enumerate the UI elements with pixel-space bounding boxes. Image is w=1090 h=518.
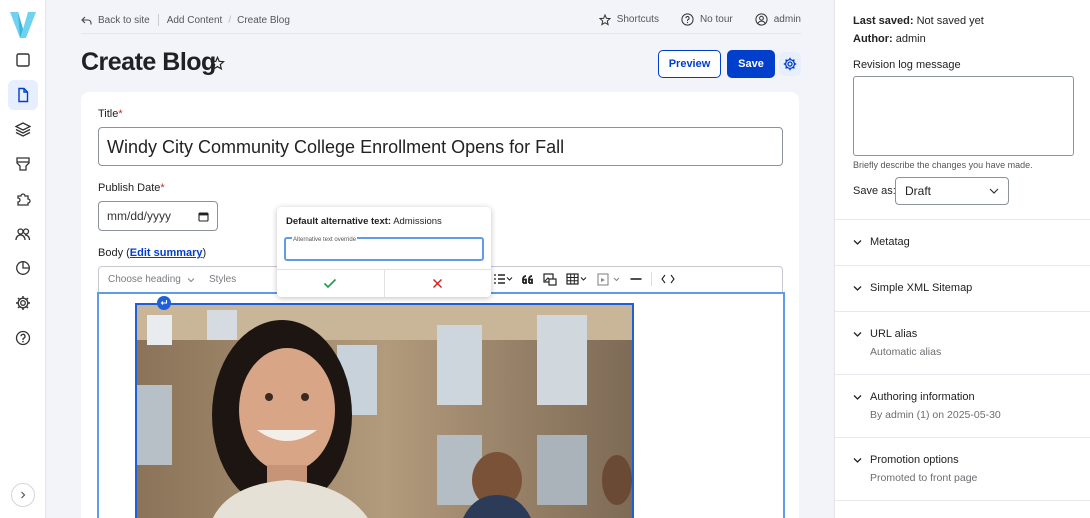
last-saved: Last saved: Not saved yet — [853, 15, 984, 27]
people-icon[interactable] — [8, 219, 38, 249]
divider — [835, 311, 1090, 312]
alt-text-override-label: Alternative text override — [292, 237, 358, 243]
chart-icon[interactable] — [8, 253, 38, 283]
help-icon — [681, 13, 694, 26]
section-metatag[interactable]: Metatag — [853, 236, 910, 248]
gear-icon — [783, 57, 797, 71]
chevron-down-icon — [187, 277, 195, 282]
tour-label: No tour — [699, 14, 733, 25]
help-icon[interactable] — [8, 323, 38, 353]
content-icon[interactable] — [8, 45, 38, 75]
toolbar-divider — [651, 272, 652, 286]
chevron-down-icon — [853, 458, 862, 463]
breadcrumb-add-content[interactable]: Add Content — [167, 15, 223, 26]
heading-label: Choose heading — [108, 274, 181, 285]
save-as-label: Save as: — [853, 185, 896, 197]
default-alt-text: Default alternative text: Admissions — [286, 216, 442, 227]
article-image[interactable] — [135, 303, 634, 518]
user-label: admin — [773, 14, 801, 25]
source-code-icon[interactable] — [661, 274, 675, 284]
chevron-down-icon — [989, 188, 999, 194]
main-content: Back to site Add Content / Create Blog S… — [47, 0, 834, 518]
alt-text-override-input[interactable]: Alternative text override — [284, 237, 484, 261]
author: Author: admin — [853, 33, 926, 45]
top-tools: Shortcuts No tour admin — [598, 13, 801, 26]
shortcuts-label: Shortcuts — [616, 14, 659, 25]
section-xml-sitemap[interactable]: Simple XML Sitemap — [853, 282, 972, 294]
image-type-toggle[interactable] — [157, 296, 171, 310]
page-title: Create Blog — [81, 48, 216, 76]
table-icon[interactable] — [566, 273, 588, 285]
admin-rail — [0, 0, 46, 518]
divider — [835, 437, 1090, 438]
section-promotion-options[interactable]: Promotion options Promoted to front page — [853, 454, 977, 484]
body-label: Body (Edit summary) — [98, 247, 207, 259]
student-photo — [137, 305, 632, 518]
numbered-list-icon[interactable] — [493, 273, 513, 285]
document-icon[interactable] — [8, 80, 38, 110]
layers-icon[interactable] — [8, 114, 38, 144]
user-menu[interactable]: admin — [755, 13, 801, 26]
close-icon — [433, 278, 443, 289]
toolbar-buttons — [493, 272, 675, 286]
publish-date-label: Publish Date* — [98, 182, 165, 194]
divider — [835, 374, 1090, 375]
date-placeholder: mm/dd/yyyy — [107, 209, 172, 223]
revision-log-textarea[interactable] — [853, 76, 1074, 156]
preview-button[interactable]: Preview — [658, 50, 721, 78]
publish-date-input[interactable]: mm/dd/yyyy — [98, 201, 218, 231]
chevron-down-icon — [853, 395, 862, 400]
save-as-select[interactable]: Draft — [895, 177, 1009, 205]
divider — [835, 500, 1090, 501]
meta-sidebar: Last saved: Not saved yet Author: admin … — [834, 0, 1090, 518]
back-to-site-link[interactable]: Back to site — [98, 15, 150, 26]
check-icon — [324, 278, 337, 289]
media-icon[interactable] — [597, 272, 621, 286]
horizontal-line-icon[interactable] — [630, 274, 642, 284]
revision-hint: Briefly describe the changes you have ma… — [853, 160, 1033, 170]
user-icon — [755, 13, 768, 26]
chevron-down-icon — [853, 286, 862, 291]
balloon-actions — [277, 269, 491, 297]
star-icon — [598, 13, 611, 26]
chevron-down-icon — [853, 240, 862, 245]
save-as-value: Draft — [905, 184, 932, 198]
title-label: Title* — [98, 108, 123, 120]
divider — [157, 14, 159, 26]
return-arrow-icon — [160, 300, 168, 305]
confirm-button[interactable] — [277, 270, 385, 297]
calendar-icon[interactable] — [198, 211, 209, 222]
settings-button[interactable] — [779, 52, 801, 76]
cancel-button[interactable] — [385, 270, 492, 297]
styles-dropdown[interactable]: Styles — [209, 274, 236, 285]
breadcrumb-separator: / — [228, 14, 232, 26]
divider — [835, 219, 1090, 220]
chevron-down-icon — [853, 332, 862, 337]
section-url-alias[interactable]: URL alias Automatic alias — [853, 328, 941, 358]
section-authoring-info[interactable]: Authoring information By admin (1) on 202… — [853, 391, 1001, 421]
back-arrow-icon — [81, 16, 92, 24]
expand-sidebar-button[interactable] — [11, 483, 35, 507]
title-input[interactable]: Windy City Community College Enrollment … — [98, 127, 783, 166]
chevron-right-icon — [21, 491, 26, 499]
heading-dropdown[interactable]: Choose heading — [108, 274, 195, 285]
puzzle-icon[interactable] — [8, 184, 38, 214]
breadcrumb-create-blog: Create Blog — [237, 14, 290, 26]
breadcrumb: Back to site Add Content / Create Blog — [81, 14, 290, 26]
save-button[interactable]: Save — [727, 50, 775, 78]
divider — [835, 265, 1090, 266]
top-bar: Back to site Add Content / Create Blog S… — [81, 8, 801, 34]
blockquote-icon[interactable] — [522, 274, 534, 285]
revision-label: Revision log message — [853, 59, 961, 71]
favorite-star-icon[interactable] — [210, 56, 225, 71]
tour-button[interactable]: No tour — [681, 13, 733, 26]
brush-icon[interactable] — [8, 149, 38, 179]
edit-summary-link[interactable]: Edit summary — [130, 247, 203, 259]
alt-text-balloon: Default alternative text: Admissions Alt… — [277, 207, 491, 297]
shortcuts-button[interactable]: Shortcuts — [598, 13, 659, 26]
image-icon[interactable] — [543, 272, 557, 286]
gear-icon[interactable] — [8, 288, 38, 318]
logo-icon[interactable] — [9, 10, 37, 40]
